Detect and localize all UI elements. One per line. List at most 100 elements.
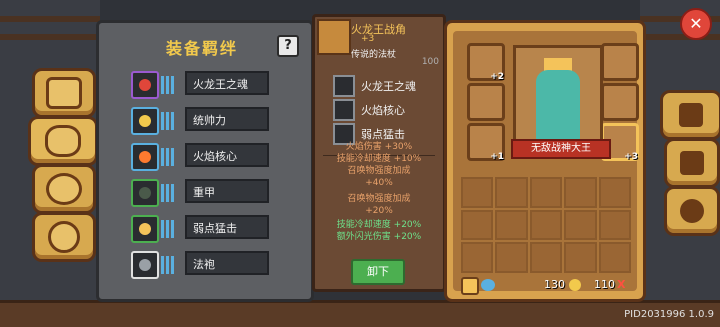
bond-row[interactable]: 弱点猛击 — [131, 215, 269, 243]
inventory-slot[interactable] — [495, 209, 528, 241]
stat-line: 召唤物强度加成 — [347, 194, 411, 204]
inventory-slot[interactable] — [564, 209, 597, 241]
hero-avatar — [536, 70, 580, 142]
help-button[interactable]: ? — [277, 35, 299, 57]
close-button[interactable]: ✕ — [680, 8, 712, 40]
stat-line: 召唤物强度加成 — [347, 166, 411, 176]
item-level: +3 — [361, 34, 375, 44]
tab-settings[interactable] — [664, 186, 720, 236]
inventory-slot[interactable] — [529, 209, 563, 241]
gem-count: 130 — [544, 278, 565, 291]
component-row: 火焰核心 — [333, 99, 433, 121]
component-row: 火龙王之魂 — [333, 75, 433, 97]
bond-row[interactable]: 法袍 — [131, 251, 269, 279]
tab-wheel[interactable] — [32, 212, 96, 262]
bond-label: 统帅力 — [185, 107, 269, 131]
wheel-icon — [48, 221, 80, 253]
inventory-slot[interactable] — [461, 177, 494, 208]
stat-line: 技能冷却速度 +10% — [336, 154, 422, 164]
stat-line: +40% — [365, 178, 393, 188]
bond-label: 火龙王之魂 — [185, 71, 269, 95]
bond-pips — [161, 148, 175, 166]
bond-row[interactable]: 火焰核心 — [131, 143, 269, 171]
bond-pips — [161, 256, 175, 274]
gear-slot-cloak[interactable] — [601, 83, 639, 121]
stat-line: 额外闪光伤害 +20% — [336, 232, 422, 242]
gem-icon — [481, 279, 495, 291]
robe-icon — [139, 259, 151, 271]
bond-slot — [131, 179, 159, 207]
bond-label: 弱点猛击 — [185, 215, 269, 239]
item-sub-row: 100 — [421, 57, 439, 67]
weak-strike-icon — [139, 223, 151, 235]
coin-count: 110 — [594, 278, 615, 291]
bond-row[interactable]: 火龙王之魂 — [131, 71, 269, 99]
gear-icon — [680, 199, 704, 223]
inventory-slot[interactable] — [461, 242, 494, 273]
bond-pips — [161, 76, 175, 94]
gear-slot-armor[interactable] — [601, 43, 639, 81]
bond-panel-title: 装备羁绊 — [165, 39, 238, 58]
bond-slot — [131, 71, 159, 99]
inventory-slot[interactable] — [495, 177, 528, 208]
bond-pips — [161, 184, 175, 202]
component-name: 弱点猛击 — [361, 128, 405, 141]
rune-scroll-icon — [45, 125, 81, 157]
book-icon — [46, 77, 82, 109]
coin-suffix: X — [617, 278, 626, 291]
bond-pips — [161, 112, 175, 130]
rail-decoration — [640, 34, 720, 40]
gear-slot-helmet[interactable]: +2 — [467, 43, 505, 82]
inventory-slot[interactable] — [564, 177, 597, 208]
bond-panel: 装备羁绊 ? 火龙王之魂 统帅力 火焰核心 重甲 弱点猛击 法袍 — [96, 20, 314, 302]
stat-line: 火焰伤害 +30% — [345, 142, 413, 152]
inventory-slot[interactable] — [529, 242, 563, 273]
material-pile-icon — [46, 173, 82, 205]
helmet-icon — [679, 103, 703, 127]
inventory-slot[interactable] — [461, 209, 494, 241]
unequip-button[interactable]: 卸下 — [351, 259, 405, 285]
inventory-slot[interactable] — [598, 242, 631, 273]
inventory-slot[interactable] — [598, 209, 631, 241]
inventory-slot[interactable] — [564, 242, 597, 273]
gear-slot-gauntlet[interactable]: +1 — [467, 123, 505, 162]
equip-panel: +2 +1 +3 无敌战神大王 130 110 X — [444, 20, 646, 302]
staff-icon — [317, 19, 351, 55]
tab-materials[interactable] — [32, 164, 96, 214]
bond-slot — [131, 143, 159, 171]
bond-label: 重甲 — [185, 179, 269, 203]
currency-bar: 130 110 X — [461, 277, 631, 295]
rail-decoration — [0, 34, 100, 40]
flame-soul-icon — [333, 75, 355, 97]
bond-slot — [131, 251, 159, 279]
tab-tools[interactable] — [664, 138, 720, 188]
fire-core-icon — [333, 99, 355, 121]
lock-icon[interactable] — [461, 277, 479, 295]
tab-helmet[interactable] — [660, 90, 720, 140]
bond-label: 法袍 — [185, 251, 269, 275]
stat-line: 技能冷却速度 +20% — [336, 220, 422, 230]
component-name: 火焰核心 — [361, 104, 405, 117]
heavy-armor-icon — [139, 187, 151, 199]
rail-decoration — [0, 16, 100, 22]
fire-core-icon — [139, 151, 151, 163]
command-icon — [139, 115, 151, 127]
hero-name: 无敌战神大王 — [511, 139, 611, 159]
item-name: 火龙王战角 — [351, 23, 406, 36]
flame-soul-icon — [139, 79, 151, 91]
floor — [0, 300, 720, 327]
inventory-slot[interactable] — [529, 177, 563, 208]
bond-row[interactable]: 重甲 — [131, 179, 269, 207]
inventory-slot[interactable] — [495, 242, 528, 273]
bond-slot — [131, 215, 159, 243]
inventory-grid — [461, 177, 631, 273]
tab-bonds[interactable] — [28, 116, 98, 166]
build-info: PID2031996 1.0.9 — [624, 309, 714, 320]
bond-slot — [131, 107, 159, 135]
bond-row[interactable]: 统帅力 — [131, 107, 269, 135]
bond-label: 火焰核心 — [185, 143, 269, 167]
inventory-slot[interactable] — [598, 177, 631, 208]
tab-book[interactable] — [32, 68, 96, 118]
tools-icon — [680, 151, 704, 175]
gear-slot-ring[interactable] — [467, 83, 505, 121]
